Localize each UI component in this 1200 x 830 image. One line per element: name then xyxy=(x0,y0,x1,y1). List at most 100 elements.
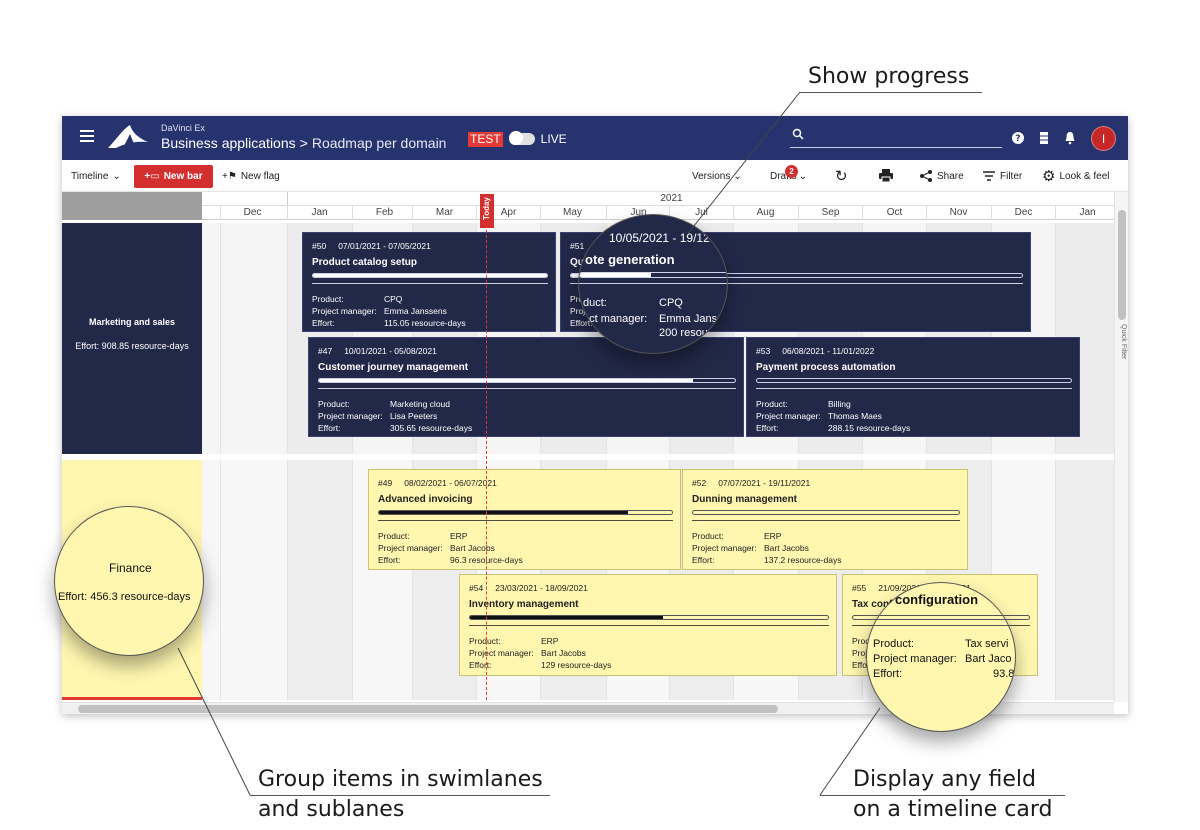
lens-tax-product-value: Tax servi xyxy=(965,638,1009,650)
swimlane-header[interactable]: Marketing and sales Effort: 908.85 resour… xyxy=(62,223,202,454)
lens-divider xyxy=(579,283,727,284)
new-bar-button[interactable]: +▭ New bar xyxy=(134,165,213,188)
swimlane-magnifier: Finance Effort: 456.3 resource-days xyxy=(54,506,204,656)
lens-product-value: CPQ xyxy=(659,297,683,309)
field-value: 129 resource-days xyxy=(541,660,612,670)
logo-icon xyxy=(108,125,148,148)
field-value: Bart Jacobs xyxy=(764,543,809,553)
card-dates: 08/02/2021 - 06/07/2021 xyxy=(404,478,497,488)
menu-icon[interactable] xyxy=(80,130,94,144)
field-label: Project manager: xyxy=(692,543,757,553)
month-label: Nov xyxy=(926,205,990,220)
filter-button[interactable]: Filter xyxy=(982,160,1022,192)
month-column xyxy=(1055,460,1119,700)
lens-product-label: duct: xyxy=(583,297,607,309)
swimlane-effort: Effort: 908.85 resource-days xyxy=(75,340,189,351)
breadcrumb-separator: > xyxy=(299,135,308,151)
field-value: Bart Jacobs xyxy=(450,543,495,553)
new-flag-button[interactable]: +⚑ New flag xyxy=(222,160,280,192)
timeline-card[interactable]: #54 23/03/2021 - 18/09/2021 Inventory mana… xyxy=(459,574,837,676)
card-progress-bar xyxy=(378,510,673,515)
help-icon[interactable]: ? xyxy=(1010,130,1026,146)
card-field-row: Project manager: Bart Jacobs xyxy=(692,542,842,554)
month-label: Aug xyxy=(733,205,797,220)
timeline-view-select[interactable]: Timeline ⌄ xyxy=(71,160,121,192)
timeline-card[interactable]: #47 10/01/2021 - 05/08/2021 Customer journ… xyxy=(308,337,744,437)
bell-icon[interactable] xyxy=(1062,130,1078,146)
refresh-icon[interactable]: ↻ xyxy=(835,160,848,192)
timeline-card[interactable]: #53 06/08/2021 - 11/01/2022 Payment proces… xyxy=(746,337,1080,437)
card-divider xyxy=(469,625,829,626)
timeline-card[interactable]: #52 07/07/2021 - 19/11/2021 Dunning manage… xyxy=(682,469,968,570)
field-label: Product: xyxy=(692,531,724,541)
field-value: ERP xyxy=(764,531,782,541)
month-label: Jan xyxy=(1055,205,1119,220)
month-label: Dec xyxy=(220,205,284,220)
card-meta: #47 10/01/2021 - 05/08/2021 xyxy=(318,346,437,356)
quick-filter-tab[interactable]: Quick Filter xyxy=(1117,324,1127,384)
lens-tax-effort-label: Effort: xyxy=(873,668,903,680)
card-progress-bar xyxy=(756,378,1072,383)
card-id: #53 xyxy=(756,346,771,356)
today-marker[interactable]: Today xyxy=(480,194,494,228)
card-field-row: Project manager: Lisa Peeters xyxy=(318,410,472,422)
timeline-card[interactable]: #49 08/02/2021 - 06/07/2021 Advanced invoi… xyxy=(368,469,681,570)
share-icon xyxy=(920,170,932,182)
horizontal-scroll-thumb[interactable] xyxy=(78,705,778,713)
annotation-swimlanes-1: Group items in swimlanes xyxy=(258,767,543,792)
card-field-row: Effort: 129 resource-days xyxy=(469,659,611,671)
share-button[interactable]: Share xyxy=(919,160,964,192)
breadcrumb: Business applications > Roadmap per domain xyxy=(161,135,446,151)
field-label: Product: xyxy=(378,531,410,541)
field-value: Thomas Maes xyxy=(828,411,882,421)
card-id: #54 xyxy=(469,583,484,593)
card-title: Product catalog setup xyxy=(312,257,418,268)
lens-tax-divider xyxy=(867,625,1015,626)
card-field-row: Product: CPQ xyxy=(312,293,466,305)
card-field-row: Product: ERP xyxy=(469,635,611,647)
search-input[interactable] xyxy=(810,128,1000,146)
env-toggle[interactable] xyxy=(508,131,535,145)
env-test-label: TEST xyxy=(468,131,503,147)
field-label: Effort: xyxy=(378,555,401,565)
chevron-down-icon: ⌄ xyxy=(112,170,121,182)
card-fields: Product: Billing Project manager: Thomas Ma… xyxy=(756,398,910,434)
grid-lead-space xyxy=(202,223,220,454)
lens-tax-pm-label: Project manager: xyxy=(873,653,957,665)
apps-icon[interactable] xyxy=(1036,130,1052,146)
card-title: Advanced invoicing xyxy=(378,494,473,505)
field-value: Marketing cloud xyxy=(390,399,451,409)
lens-tax-product-label: Product: xyxy=(873,638,914,650)
breadcrumb-sub[interactable]: Roadmap per domain xyxy=(312,135,447,151)
versions-button[interactable]: Versions ⌄ xyxy=(692,160,742,192)
field-value: Billing xyxy=(828,399,851,409)
card-id: #47 xyxy=(318,346,333,356)
field-label: Project manager: xyxy=(318,411,383,421)
card-dates: 10/01/2021 - 05/08/2021 xyxy=(344,346,437,356)
lens-progress-bar xyxy=(579,272,727,278)
env-live-label: LIVE xyxy=(540,132,567,146)
grid-lead-space xyxy=(202,460,220,700)
avatar[interactable]: I xyxy=(1091,126,1116,151)
card-divider xyxy=(692,520,960,521)
look-feel-button[interactable]: ⚙ Look & feel xyxy=(1042,160,1110,192)
filter-label: Filter xyxy=(1000,170,1023,182)
timeline-card[interactable]: #50 07/01/2021 - 07/05/2021 Product catalo… xyxy=(302,232,556,332)
print-icon[interactable] xyxy=(878,169,894,183)
lens-effort-value: 200 resou xyxy=(659,327,708,339)
field-value: Lisa Peeters xyxy=(390,411,438,421)
progress-magnifier: 10/05/2021 - 19/12 ote generation duct: … xyxy=(578,214,728,354)
card-progress-bar xyxy=(312,273,548,278)
toolbar: Timeline ⌄ +▭ New bar +⚑ New flag Versio… xyxy=(62,160,1128,192)
card-fields: Product: ERP Project manager: Bart Jacobs Ef… xyxy=(378,530,523,566)
card-divider xyxy=(378,520,673,521)
lens-title: ote generation xyxy=(585,252,675,267)
search-icon xyxy=(792,128,804,140)
breadcrumb-main[interactable]: Business applications xyxy=(161,135,296,151)
vertical-scroll-thumb[interactable] xyxy=(1118,210,1126,320)
card-meta: #50 07/01/2021 - 07/05/2021 xyxy=(312,241,431,251)
lens-dates: 10/05/2021 - 19/12 xyxy=(609,231,710,245)
card-field-row: Project manager: Thomas Maes xyxy=(756,410,910,422)
vertical-scrollbar[interactable]: Quick Filter xyxy=(1114,192,1128,702)
lens-pm-value: Emma Jans xyxy=(659,313,718,325)
